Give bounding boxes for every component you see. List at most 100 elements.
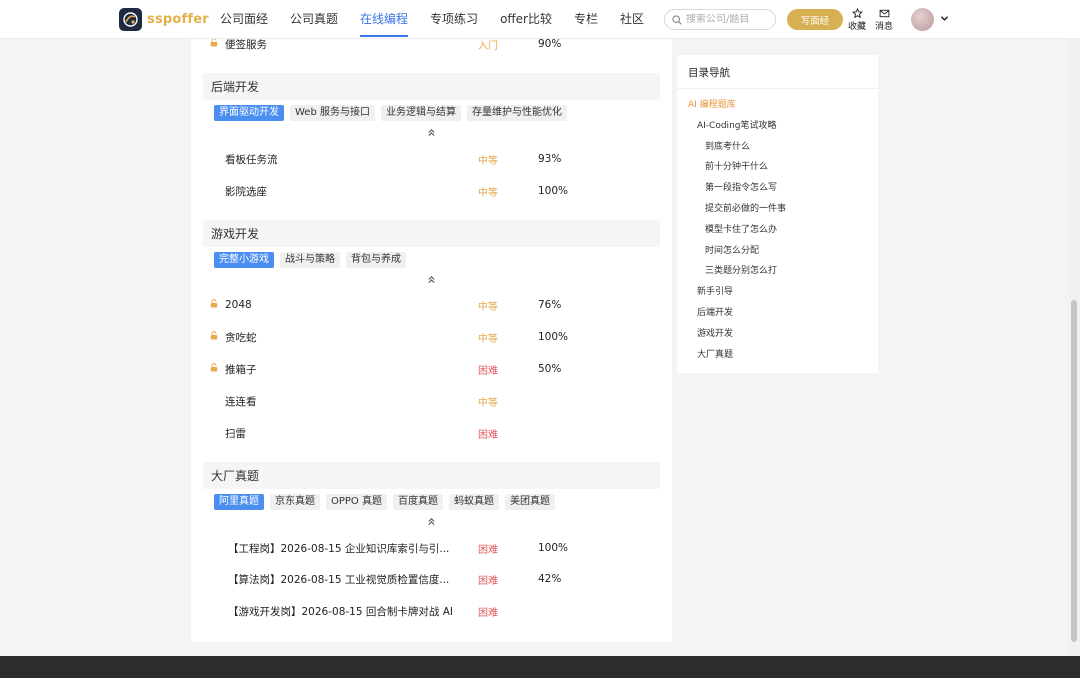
difficulty-badge: 困难 — [478, 575, 498, 587]
search-box[interactable] — [664, 9, 776, 30]
problem-row[interactable]: 推箱子 困难 50% — [191, 356, 672, 382]
problem-row[interactable]: 【算法岗】2026-08-15 工业视觉质检置信度... 困难 42% — [191, 566, 672, 592]
problem-row[interactable]: 贪吃蛇 中等 100% — [191, 324, 672, 350]
problem-title: 推箱子 — [225, 363, 257, 376]
difficulty-badge: 中等 — [478, 155, 498, 167]
tab-alibaba[interactable]: 阿里真题 — [214, 494, 264, 510]
star-icon — [851, 8, 863, 19]
lock-icon — [210, 363, 218, 372]
toc-item-before-submit[interactable]: 提交前必做的一件事 — [705, 201, 786, 214]
tab-maintenance[interactable]: 存量维护与性能优化 — [466, 105, 567, 121]
toc-item-what-tested[interactable]: 到底考什么 — [705, 139, 750, 152]
message-button[interactable]: 消息 — [873, 8, 895, 32]
page-footer — [0, 656, 1080, 678]
pass-rate: 93% — [538, 153, 562, 165]
problem-row[interactable]: 影院选座 中等 100% — [191, 178, 672, 204]
toc-item-game[interactable]: 游戏开发 — [697, 326, 733, 339]
nav-offer-compare[interactable]: offer比较 — [489, 0, 563, 39]
difficulty-badge: 中等 — [478, 187, 498, 199]
pass-rate: 100% — [538, 331, 569, 343]
search-icon — [672, 14, 682, 25]
lock-icon — [210, 38, 218, 47]
collapse-icon[interactable] — [427, 275, 436, 284]
mail-icon — [879, 9, 889, 18]
toc-item-time-allocation[interactable]: 时间怎么分配 — [705, 243, 759, 256]
problem-row[interactable]: 连连看 中等 — [191, 388, 672, 414]
problem-row[interactable]: 看板任务流 中等 93% — [191, 146, 672, 172]
bigtech-tabs: 阿里真题 京东真题 OPPO 真题 百度真题 蚂蚁真题 美团真题 — [214, 494, 561, 510]
problem-title: 贪吃蛇 — [225, 331, 257, 344]
toc-item-ai-coding-guide[interactable]: AI-Coding笔试攻略 — [697, 118, 776, 131]
favorite-label: 收藏 — [847, 22, 866, 32]
chevron-down-icon[interactable] — [940, 14, 949, 23]
problem-list-panel: 便签服务 入门 90% 后端开发 界面驱动开发 Web 服务与接口 业务逻辑与结… — [191, 38, 672, 642]
problem-title: 影院选座 — [225, 185, 267, 198]
toc-item-model-stuck[interactable]: 模型卡住了怎么办 — [705, 222, 777, 235]
problem-title: 【游戏开发岗】2026-08-15 回合制卡牌对战 AI — [228, 605, 453, 618]
nav-company-interviews[interactable]: 公司面经 — [209, 0, 279, 39]
write-interview-button[interactable]: 写面经 — [787, 9, 843, 30]
main-nav: 公司面经 公司真题 在线编程 专项练习 offer比较 专栏 社区 — [209, 0, 655, 39]
tab-ant[interactable]: 蚂蚁真题 — [448, 494, 499, 510]
collapse-icon[interactable] — [427, 517, 436, 526]
tab-ui-driven[interactable]: 界面驱动开发 — [214, 105, 284, 121]
search-input[interactable] — [686, 14, 772, 25]
problem-row[interactable]: 2048 中等 76% — [191, 292, 672, 318]
logo-mark-icon — [119, 8, 142, 31]
avatar[interactable] — [911, 8, 934, 31]
pass-rate: 100% — [538, 542, 569, 554]
section-heading-backend: 后端开发 — [203, 73, 660, 100]
toc-item-bigtech[interactable]: 大厂真题 — [697, 347, 733, 360]
pass-rate: 50% — [538, 363, 562, 375]
problem-title: 看板任务流 — [225, 153, 278, 166]
section-heading-bigtech: 大厂真题 — [203, 462, 660, 489]
tab-jd[interactable]: 京东真题 — [270, 494, 320, 510]
difficulty-badge: 困难 — [478, 429, 498, 441]
nav-topic-practice[interactable]: 专项练习 — [419, 0, 489, 39]
tab-business-logic[interactable]: 业务逻辑与结算 — [380, 105, 461, 121]
problem-row[interactable]: 扫雷 困难 — [191, 420, 672, 446]
toc-item-first-ten-min[interactable]: 前十分钟干什么 — [705, 159, 768, 172]
toc-panel: 目录导航 AI 编程题库 AI-Coding笔试攻略 到底考什么 前十分钟干什么… — [677, 55, 878, 373]
logo-text: sspoffer — [147, 12, 209, 27]
scrollbar-thumb[interactable] — [1071, 300, 1077, 642]
backend-tabs: 界面驱动开发 Web 服务与接口 业务逻辑与结算 存量维护与性能优化 — [214, 105, 573, 121]
toc-item-three-types[interactable]: 三类题分别怎么打 — [705, 263, 777, 276]
problem-title: 2048 — [225, 299, 252, 311]
nav-column[interactable]: 专栏 — [563, 0, 609, 39]
nav-community[interactable]: 社区 — [609, 0, 655, 39]
problem-title: 【算法岗】2026-08-15 工业视觉质检置信度... — [228, 573, 450, 586]
difficulty-badge: 中等 — [478, 301, 498, 313]
problem-title: 【工程岗】2026-08-15 企业知识库索引与引... — [228, 542, 450, 555]
toc-item-newbie-guide[interactable]: 新手引导 — [697, 284, 733, 297]
problem-row[interactable]: 【工程岗】2026-08-15 企业知识库索引与引... 困难 100% — [191, 535, 672, 561]
problem-title: 连连看 — [225, 395, 257, 408]
message-label: 消息 — [874, 22, 893, 32]
lock-icon — [210, 299, 218, 308]
toc-item-ai-bank[interactable]: AI 编程题库 — [688, 97, 736, 110]
top-header: sspoffer 公司面经 公司真题 在线编程 专项练习 offer比较 专栏 … — [0, 0, 1080, 39]
toc-item-backend[interactable]: 后端开发 — [697, 305, 733, 318]
difficulty-badge: 困难 — [478, 607, 498, 619]
nav-online-coding[interactable]: 在线编程 — [349, 0, 419, 39]
tab-inventory[interactable]: 背包与养成 — [346, 252, 406, 268]
pass-rate: 90% — [538, 38, 562, 50]
tab-web-service[interactable]: Web 服务与接口 — [290, 105, 375, 121]
tab-baidu[interactable]: 百度真题 — [392, 494, 443, 510]
tab-oppo[interactable]: OPPO 真题 — [326, 494, 387, 510]
pass-rate: 100% — [538, 185, 569, 197]
problem-title: 扫雷 — [225, 427, 246, 440]
toc-divider — [677, 88, 878, 89]
toc-title: 目录导航 — [688, 67, 730, 79]
tab-combat-strategy[interactable]: 战斗与策略 — [280, 252, 340, 268]
problem-row[interactable]: 【游戏开发岗】2026-08-15 回合制卡牌对战 AI 困难 — [191, 598, 672, 624]
site-logo[interactable]: sspoffer — [119, 8, 209, 31]
pass-rate: 76% — [538, 299, 562, 311]
difficulty-badge: 中等 — [478, 397, 498, 409]
tab-meituan[interactable]: 美团真题 — [504, 494, 555, 510]
collapse-icon[interactable] — [427, 128, 436, 137]
toc-item-first-prompt[interactable]: 第一段指令怎么写 — [705, 180, 777, 193]
nav-company-questions[interactable]: 公司真题 — [279, 0, 349, 39]
favorite-button[interactable]: 收藏 — [846, 8, 868, 32]
tab-complete-game[interactable]: 完整小游戏 — [214, 252, 274, 268]
